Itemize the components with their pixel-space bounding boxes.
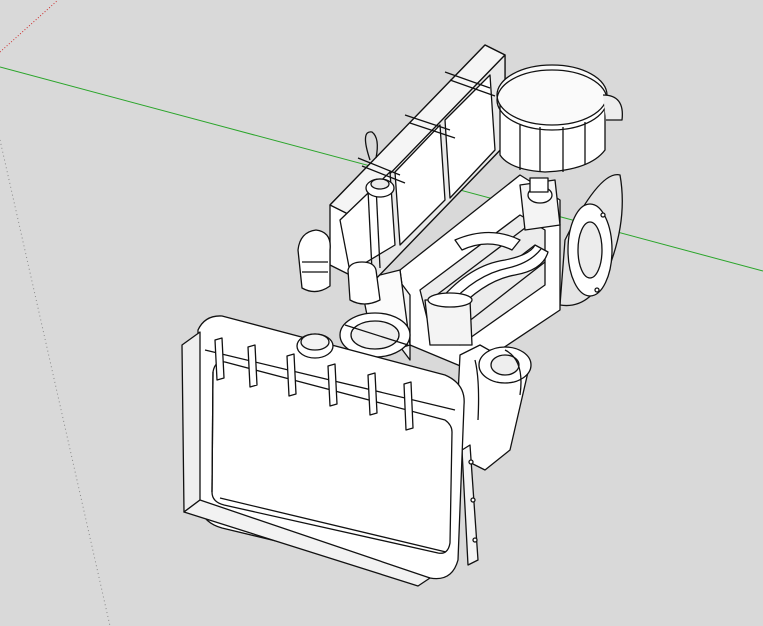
scene-canvas[interactable] [0,0,763,626]
modeling-viewport[interactable] [0,0,763,626]
engine-model[interactable] [181,44,624,587]
air-cleaner[interactable] [496,64,624,173]
starter-cylinder[interactable] [519,177,561,231]
blue-axis-guide-line [0,139,111,626]
red-axis-line [0,0,59,53]
flywheel-housing[interactable] [559,174,623,307]
radiator-cap[interactable] [296,333,334,359]
